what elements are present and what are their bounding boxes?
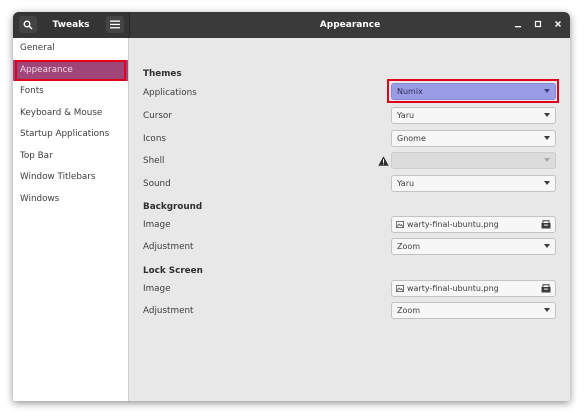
background-heading: Background [143, 202, 203, 212]
minimize-button[interactable] [511, 17, 525, 31]
sound-label: Sound [143, 179, 171, 189]
warning-icon [378, 156, 389, 166]
lock-screen-adjustment-value: Zoom [397, 306, 421, 315]
background-image-chooser[interactable]: warty-final-ubuntu.png [391, 216, 556, 233]
sidebar-item-keyboard-mouse[interactable]: Keyboard & Mouse [13, 103, 128, 125]
image-file-icon [396, 285, 404, 292]
page-title: Appearance [319, 20, 381, 30]
sidebar-item-window-titlebars[interactable]: Window Titlebars [13, 167, 128, 189]
dropdown-arrow-icon [544, 158, 550, 162]
sidebar-item-top-bar[interactable]: Top Bar [13, 146, 128, 168]
applications-theme-value: Numix [397, 87, 423, 96]
lock-screen-heading: Lock Screen [143, 266, 203, 276]
app-title: Tweaks [52, 20, 90, 30]
sound-theme-select[interactable]: Yaru [391, 175, 556, 192]
cursor-theme-value: Yaru [397, 111, 415, 120]
cursor-label: Cursor [143, 111, 172, 121]
search-button[interactable] [19, 16, 37, 33]
icons-label: Icons [143, 134, 166, 144]
maximize-icon [534, 20, 542, 28]
sidebar-item-appearance[interactable]: Appearance [13, 59, 128, 81]
tweaks-window: Tweaks Appearance General Appearance Fon… [13, 12, 570, 401]
lock-screen-image-filename: warty-final-ubuntu.png [407, 284, 499, 293]
sidebar-item-startup-applications[interactable]: Startup Applications [13, 124, 128, 146]
lock-screen-adjustment-select[interactable]: Zoom [391, 302, 556, 319]
sidebar-item-general[interactable]: General [13, 38, 128, 60]
icons-theme-select[interactable]: Gnome [391, 130, 556, 147]
titlebar: Tweaks Appearance [13, 12, 570, 38]
shell-theme-select[interactable] [391, 152, 556, 169]
sidebar: General Appearance Fonts Keyboard & Mous… [13, 38, 129, 401]
background-adjustment-value: Zoom [397, 242, 421, 251]
close-button[interactable] [551, 17, 565, 31]
dropdown-arrow-icon [544, 308, 550, 312]
dropdown-arrow-icon [544, 181, 550, 185]
appearance-panel: Themes Applications Numix Cursor Yaru Ic… [129, 38, 570, 401]
background-image-filename: warty-final-ubuntu.png [407, 220, 499, 229]
close-icon [555, 21, 561, 27]
maximize-button[interactable] [531, 17, 545, 31]
background-image-label: Image [143, 220, 171, 230]
open-folder-icon [541, 284, 551, 293]
cursor-theme-select[interactable]: Yaru [391, 107, 556, 124]
dropdown-arrow-icon [544, 244, 550, 248]
sidebar-item-windows[interactable]: Windows [13, 189, 128, 211]
lock-screen-image-chooser[interactable]: warty-final-ubuntu.png [391, 280, 556, 297]
menu-button[interactable] [106, 16, 124, 33]
open-folder-icon [541, 220, 551, 229]
sidebar-item-fonts[interactable]: Fonts [13, 81, 128, 103]
dropdown-arrow-icon [544, 113, 550, 117]
icons-theme-value: Gnome [397, 134, 426, 143]
minimize-icon [515, 26, 521, 28]
titlebar-sidebar-section: Tweaks [13, 12, 130, 38]
sound-theme-value: Yaru [397, 179, 415, 188]
hamburger-menu-icon [110, 20, 120, 29]
background-adjustment-select[interactable]: Zoom [391, 238, 556, 255]
applications-theme-select[interactable]: Numix [391, 83, 556, 100]
dropdown-arrow-icon [544, 89, 550, 93]
dropdown-arrow-icon [544, 136, 550, 140]
lock-screen-adjustment-label: Adjustment [143, 306, 194, 316]
background-adjustment-label: Adjustment [143, 242, 194, 252]
shell-label: Shell [143, 156, 165, 166]
lock-screen-image-label: Image [143, 284, 171, 294]
search-icon [23, 20, 33, 29]
applications-label: Applications [143, 88, 197, 98]
image-file-icon [396, 221, 404, 228]
themes-heading: Themes [143, 69, 182, 79]
